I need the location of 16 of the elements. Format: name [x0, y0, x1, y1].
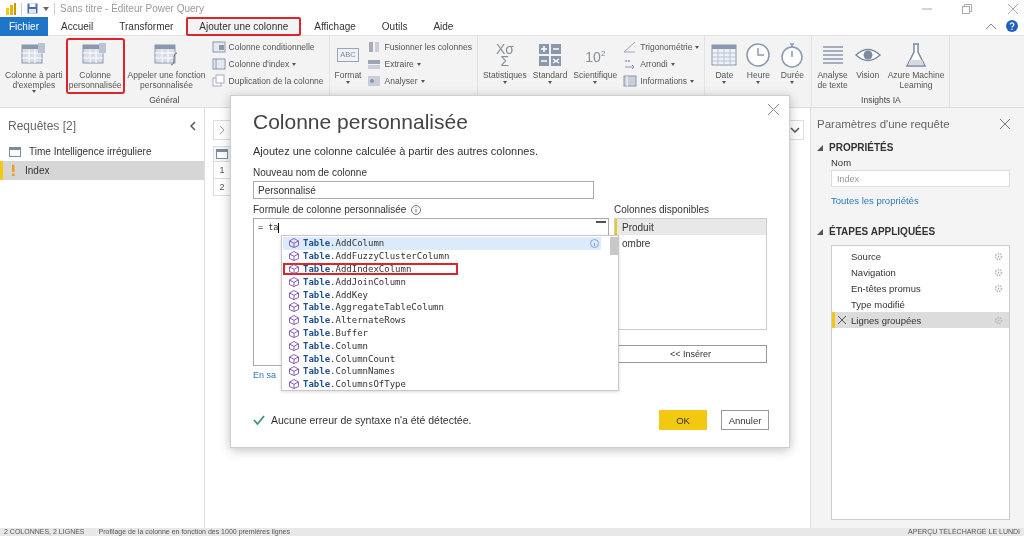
section-heading: PROPRIÉTÉS — [829, 142, 894, 153]
sigma-icon: Xσ Σ — [493, 43, 516, 67]
panel-title: Requêtes [2] — [8, 119, 77, 133]
panel-title: Paramètres d'une requête — [817, 118, 950, 130]
exponent-icon: 10$^{2}$ — [583, 47, 608, 63]
dialog-description: Ajoutez une colonne calculée à partir des autres colonnes. — [253, 145, 539, 157]
validation-message: Aucune erreur de syntaxe n'a été détectée. — [271, 414, 473, 426]
field-label: Formule de colonne personnalisée — [253, 204, 407, 215]
field-label: Nouveau nom de colonne — [253, 167, 368, 178]
field-label: Colonnes disponibles — [614, 204, 711, 215]
dialog-title: Colonne personnalisée — [253, 110, 469, 134]
field-label: Nom — [831, 157, 853, 168]
window-title: Sans titre - Éditeur Power Query — [60, 3, 204, 14]
group-label: Insights IA — [860, 95, 902, 107]
group-label: Général — [148, 95, 181, 107]
section-heading: ÉTAPES APPLIQUÉES — [829, 226, 936, 237]
